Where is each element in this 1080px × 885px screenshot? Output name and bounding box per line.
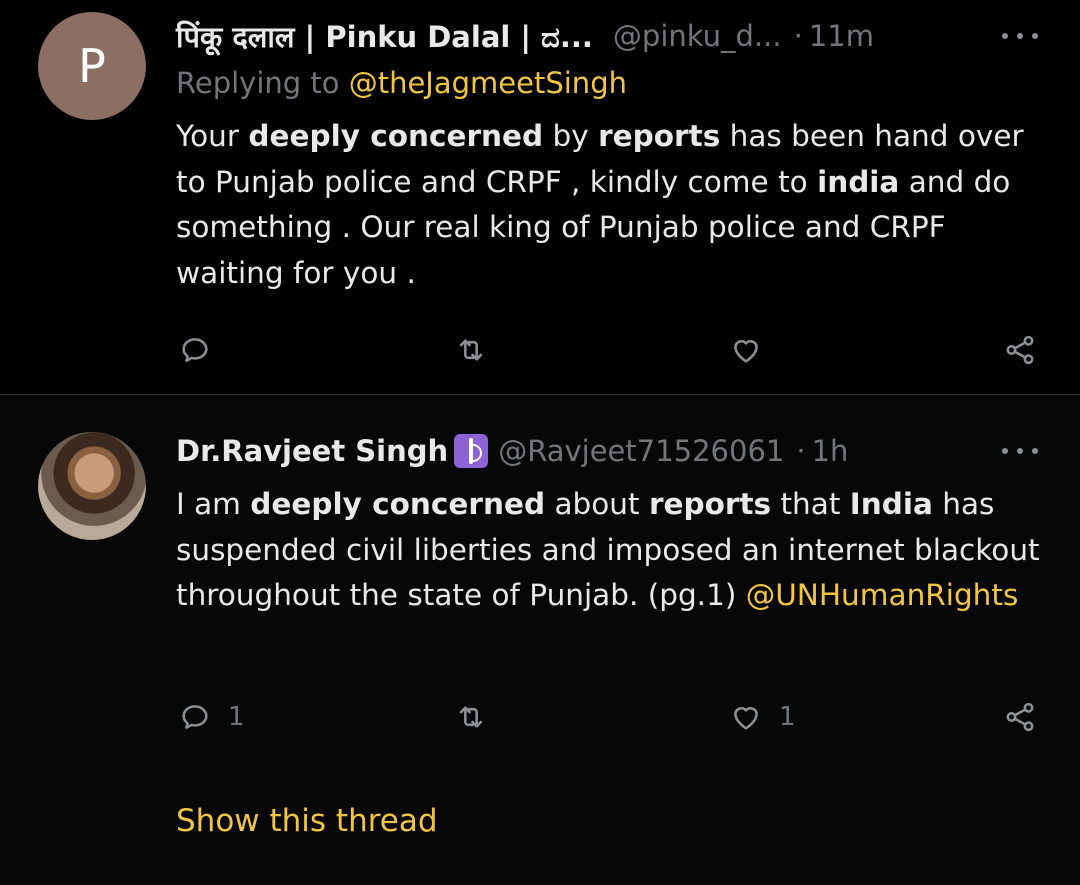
- bold-text: india: [817, 164, 900, 199]
- separator-dot: ·: [796, 434, 806, 468]
- text-segment: I am: [176, 487, 251, 521]
- text-segment: by: [543, 119, 599, 153]
- tweet-card[interactable]: P पिंकू दलाल | Pinku Dalal | ದ... @pinku…: [0, 0, 1080, 394]
- bold-text: deeply concerned: [250, 487, 546, 521]
- action-bar: 1 1: [0, 697, 1080, 737]
- share-icon: [1006, 335, 1034, 365]
- avatar-letter: P: [78, 39, 106, 93]
- avatar[interactable]: P: [38, 12, 146, 120]
- tweet-header: पिंकू दलाल | Pinku Dalal | ದ... @pinku_d…: [176, 16, 874, 56]
- user-handle[interactable]: @Ravjeet71526061: [498, 434, 784, 468]
- reply-count: 1: [228, 702, 245, 732]
- display-name[interactable]: Dr.Ravjeet Singh: [176, 434, 448, 468]
- separator-dot: ·: [793, 19, 803, 53]
- retweet-icon: [459, 706, 483, 728]
- heart-icon: [734, 340, 758, 363]
- heart-icon: [734, 707, 758, 730]
- replying-to: Replying to @theJagmeetSingh: [176, 66, 627, 100]
- text-segment: Your: [176, 119, 249, 153]
- reply-button[interactable]: [178, 330, 228, 370]
- share-icon: [1006, 702, 1034, 732]
- timestamp[interactable]: 11m: [809, 19, 874, 53]
- replying-to-mention[interactable]: @theJagmeetSingh: [349, 66, 627, 100]
- bold-text: reports: [598, 119, 721, 153]
- reply-button[interactable]: 1: [178, 697, 245, 737]
- timestamp[interactable]: 1h: [812, 434, 849, 468]
- replying-prefix: Replying to: [176, 66, 340, 100]
- avatar[interactable]: [38, 432, 146, 540]
- retweet-button[interactable]: [454, 330, 488, 370]
- tweet-card[interactable]: Dr.Ravjeet Singh @Ravjeet71526061 · 1h I…: [0, 394, 1080, 885]
- retweet-icon: [459, 339, 483, 361]
- bold-text: reports: [648, 487, 772, 521]
- text-segment: that: [771, 487, 850, 521]
- more-options-icon[interactable]: [1002, 441, 1038, 461]
- bold-text: deeply concerned: [248, 119, 544, 153]
- reply-icon: [182, 705, 208, 729]
- action-bar: [0, 330, 1080, 370]
- tweet-header: Dr.Ravjeet Singh @Ravjeet71526061 · 1h: [176, 431, 848, 471]
- show-thread-link[interactable]: Show this thread: [176, 803, 438, 839]
- like-button[interactable]: 1: [729, 697, 796, 737]
- medical-caduceus-icon: [454, 434, 489, 468]
- display-name[interactable]: पिंकू दलाल | Pinku Dalal | ದ...: [176, 17, 593, 56]
- user-handle[interactable]: @pinku_d...: [613, 19, 782, 53]
- tweet-text: Your deeply concerned by reports has bee…: [176, 114, 1056, 296]
- bold-text: India: [849, 487, 933, 521]
- more-options-icon[interactable]: [1002, 26, 1038, 46]
- like-button[interactable]: [729, 330, 779, 370]
- reply-icon: [182, 338, 208, 362]
- share-button[interactable]: [1003, 697, 1037, 737]
- tweet-text: I am deeply concerned about reports that…: [176, 482, 1056, 619]
- mention-link[interactable]: @UNHumanRights: [746, 578, 1019, 612]
- retweet-button[interactable]: [454, 697, 488, 737]
- like-count: 1: [779, 702, 796, 732]
- text-segment: about: [545, 487, 649, 521]
- share-button[interactable]: [1003, 330, 1037, 370]
